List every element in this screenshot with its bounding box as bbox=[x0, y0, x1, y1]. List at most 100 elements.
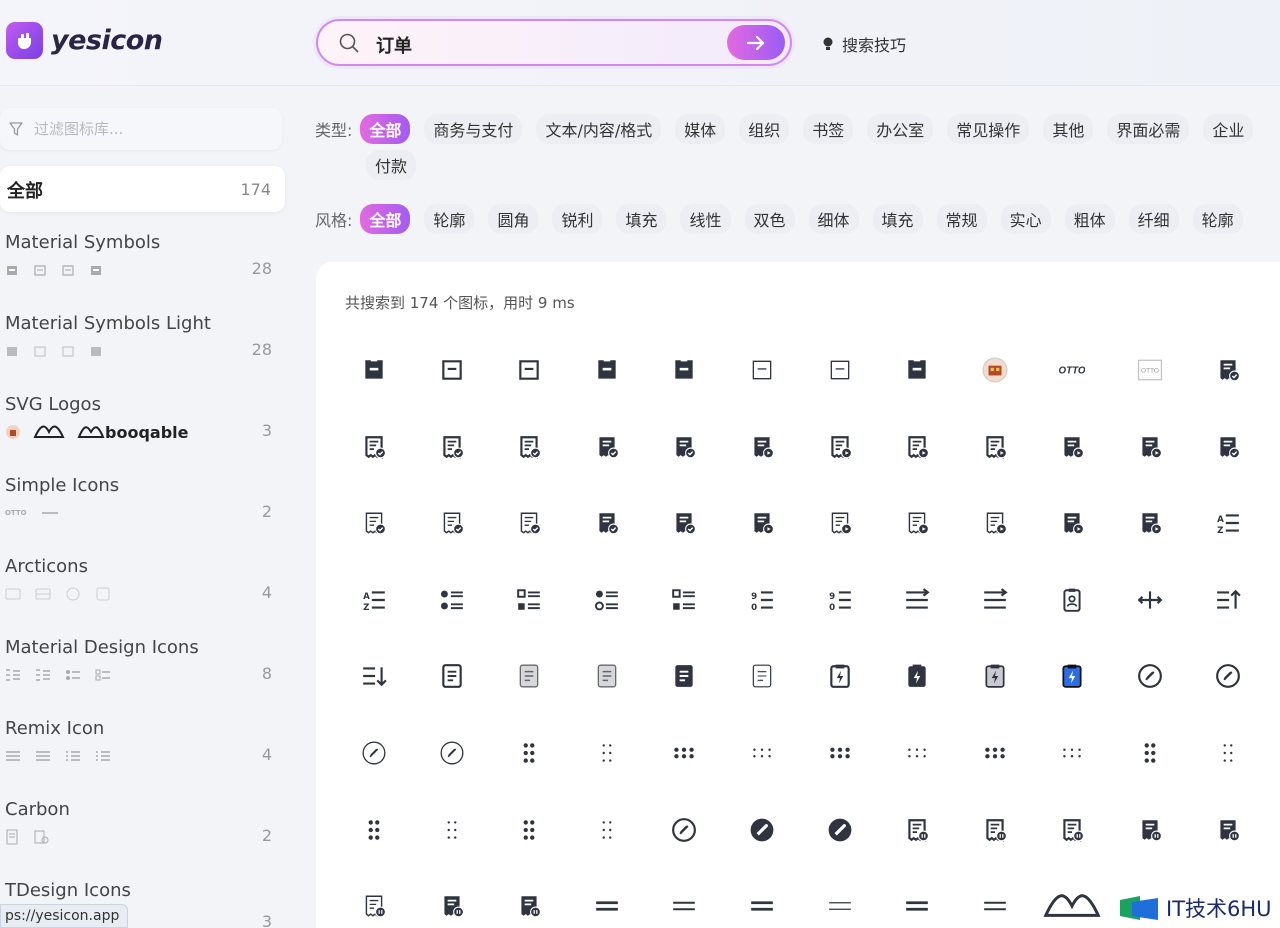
style-tag[interactable]: 圆角 bbox=[488, 204, 539, 234]
type-tag[interactable]: 付款 bbox=[366, 150, 417, 180]
icon-result-cell[interactable] bbox=[957, 485, 1033, 561]
icon-result-cell[interactable] bbox=[724, 715, 800, 791]
icon-result-cell[interactable] bbox=[414, 562, 490, 638]
icon-result-cell[interactable] bbox=[1034, 792, 1110, 868]
style-tag[interactable]: 轮廓 bbox=[1192, 204, 1243, 234]
icon-result-cell[interactable] bbox=[336, 485, 412, 561]
icon-result-cell[interactable] bbox=[491, 638, 567, 714]
style-tag[interactable]: 线性 bbox=[680, 204, 731, 234]
icon-result-cell[interactable] bbox=[724, 409, 800, 485]
icon-result-cell[interactable] bbox=[1190, 332, 1266, 408]
icon-result-cell[interactable] bbox=[646, 409, 722, 485]
icon-result-cell[interactable] bbox=[802, 715, 878, 791]
icon-result-cell[interactable] bbox=[646, 562, 722, 638]
type-tag[interactable]: 全部 bbox=[360, 114, 411, 144]
icon-result-cell[interactable] bbox=[802, 638, 878, 714]
icon-result-cell[interactable] bbox=[879, 485, 955, 561]
icon-result-cell[interactable] bbox=[336, 715, 412, 791]
icon-result-cell[interactable] bbox=[569, 409, 645, 485]
icon-result-cell[interactable] bbox=[1112, 485, 1188, 561]
style-tag[interactable]: 纤细 bbox=[1128, 204, 1179, 234]
icon-result-cell[interactable] bbox=[646, 332, 722, 408]
icon-result-cell[interactable] bbox=[724, 485, 800, 561]
style-tag[interactable]: 粗体 bbox=[1064, 204, 1115, 234]
style-tag[interactable]: 细体 bbox=[808, 204, 859, 234]
type-tag[interactable]: 书签 bbox=[803, 114, 854, 144]
icon-result-cell[interactable] bbox=[957, 638, 1033, 714]
icon-result-cell[interactable] bbox=[1112, 562, 1188, 638]
search-input[interactable]: 订单 bbox=[376, 32, 412, 58]
icon-result-cell[interactable] bbox=[957, 562, 1033, 638]
icon-result-cell[interactable] bbox=[646, 715, 722, 791]
icon-result-cell[interactable] bbox=[1190, 792, 1266, 868]
icon-result-cell[interactable] bbox=[879, 715, 955, 791]
style-tag[interactable]: 实心 bbox=[1000, 204, 1051, 234]
sidebar-item-remix-icon[interactable]: Remix Icon 4 bbox=[0, 718, 285, 790]
library-filter-input[interactable] bbox=[34, 116, 264, 142]
style-tag[interactable]: 全部 bbox=[360, 204, 411, 234]
icon-result-cell[interactable] bbox=[1190, 638, 1266, 714]
style-tag[interactable]: 常规 bbox=[936, 204, 987, 234]
icon-result-cell[interactable] bbox=[414, 638, 490, 714]
icon-result-cell[interactable] bbox=[1034, 638, 1110, 714]
icon-result-cell[interactable] bbox=[802, 792, 878, 868]
icon-result-cell[interactable] bbox=[491, 409, 567, 485]
icon-result-cell[interactable] bbox=[957, 332, 1033, 408]
icon-result-cell[interactable] bbox=[414, 332, 490, 408]
type-tag[interactable]: 企业 bbox=[1203, 114, 1254, 144]
icon-result-cell[interactable] bbox=[1034, 715, 1110, 791]
icon-result-cell[interactable] bbox=[802, 485, 878, 561]
icon-result-cell[interactable] bbox=[569, 638, 645, 714]
style-tag[interactable]: 锐利 bbox=[552, 204, 603, 234]
icon-result-cell[interactable]: 90 bbox=[724, 562, 800, 638]
icon-result-cell[interactable] bbox=[1034, 485, 1110, 561]
icon-result-cell[interactable] bbox=[414, 715, 490, 791]
icon-result-cell[interactable] bbox=[336, 792, 412, 868]
icon-result-cell[interactable] bbox=[569, 485, 645, 561]
icon-result-cell[interactable] bbox=[491, 792, 567, 868]
icon-result-cell[interactable] bbox=[879, 332, 955, 408]
icon-result-cell[interactable] bbox=[414, 868, 490, 928]
logo[interactable]: yesicon bbox=[6, 22, 163, 59]
icon-result-cell[interactable] bbox=[802, 332, 878, 408]
style-tag[interactable]: 填充 bbox=[616, 204, 667, 234]
icon-result-cell[interactable] bbox=[957, 715, 1033, 791]
icon-result-cell[interactable] bbox=[1112, 715, 1188, 791]
icon-result-cell[interactable] bbox=[957, 868, 1033, 928]
type-tag[interactable]: 媒体 bbox=[675, 114, 726, 144]
icon-result-cell[interactable] bbox=[646, 868, 722, 928]
icon-result-cell[interactable] bbox=[724, 792, 800, 868]
icon-result-cell[interactable] bbox=[879, 792, 955, 868]
icon-result-cell[interactable] bbox=[1190, 715, 1266, 791]
icon-result-cell[interactable] bbox=[646, 792, 722, 868]
icon-result-cell[interactable] bbox=[569, 792, 645, 868]
icon-result-cell[interactable] bbox=[336, 868, 412, 928]
icon-result-cell[interactable] bbox=[569, 332, 645, 408]
sidebar-item-material-symbols-light[interactable]: Material Symbols Light 28 bbox=[0, 313, 285, 385]
icon-result-cell[interactable]: OTTO bbox=[1112, 332, 1188, 408]
icon-result-cell[interactable] bbox=[879, 562, 955, 638]
icon-result-cell[interactable] bbox=[491, 868, 567, 928]
icon-result-cell[interactable]: OTTO bbox=[1034, 332, 1110, 408]
icon-result-cell[interactable]: 90 bbox=[802, 562, 878, 638]
sidebar-item-arcticons[interactable]: Arcticons 4 bbox=[0, 556, 285, 628]
style-tag[interactable]: 双色 bbox=[744, 204, 795, 234]
icon-result-cell[interactable] bbox=[569, 868, 645, 928]
sidebar-item-material-symbols[interactable]: Material Symbols 28 bbox=[0, 232, 285, 304]
sidebar-item-carbon[interactable]: Carbon 2 bbox=[0, 799, 285, 871]
type-tag[interactable]: 文本/内容/格式 bbox=[536, 114, 662, 144]
icon-result-cell[interactable] bbox=[879, 409, 955, 485]
icon-result-cell[interactable] bbox=[491, 332, 567, 408]
icon-result-cell[interactable] bbox=[724, 868, 800, 928]
search-bar[interactable]: 订单 bbox=[316, 19, 792, 66]
icon-result-cell[interactable] bbox=[1034, 868, 1110, 928]
icon-result-cell[interactable] bbox=[1034, 409, 1110, 485]
sidebar-item-all[interactable]: 全部 174 bbox=[0, 166, 285, 212]
icon-result-cell[interactable] bbox=[336, 638, 412, 714]
icon-result-cell[interactable] bbox=[957, 409, 1033, 485]
sidebar-item-svg-logos[interactable]: SVG Logos booqable 3 bbox=[0, 394, 285, 466]
search-tips-link[interactable]: 搜索技巧 bbox=[820, 32, 906, 56]
icon-result-cell[interactable]: AZ bbox=[336, 562, 412, 638]
icon-result-cell[interactable] bbox=[724, 638, 800, 714]
icon-result-cell[interactable] bbox=[1190, 409, 1266, 485]
